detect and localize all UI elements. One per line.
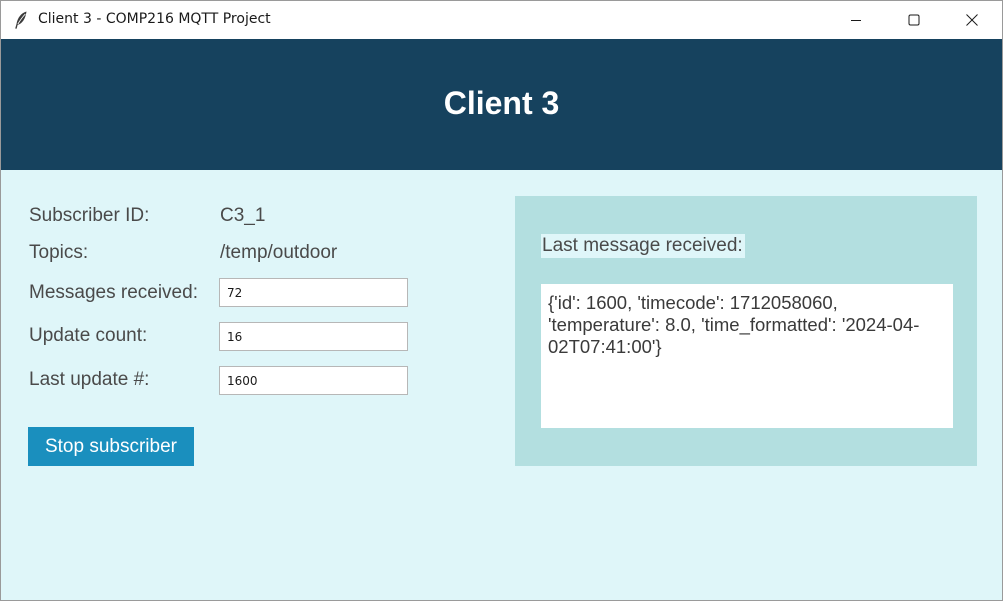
header-banner: Client 3 xyxy=(1,39,1002,170)
last-message-text[interactable]: {'id': 1600, 'timecode': 1712058060, 'te… xyxy=(541,284,953,428)
maximize-button[interactable] xyxy=(885,1,943,39)
subscriber-id-value: C3_1 xyxy=(220,205,266,226)
last-message-panel: Last message received: {'id': 1600, 'tim… xyxy=(515,196,977,466)
app-window: Client 3 - COMP216 MQTT Project Client 3… xyxy=(0,0,1003,601)
update-count-label: Update count: xyxy=(29,325,148,346)
messages-received-label: Messages received: xyxy=(29,282,198,303)
maximize-icon xyxy=(908,11,920,30)
minimize-button[interactable] xyxy=(827,1,885,39)
stop-subscriber-button[interactable]: Stop subscriber xyxy=(28,427,194,466)
last-update-label: Last update #: xyxy=(29,369,150,390)
close-button[interactable] xyxy=(943,1,1001,39)
close-icon xyxy=(966,11,978,30)
messages-received-field[interactable] xyxy=(219,278,408,307)
page-title: Client 3 xyxy=(443,85,560,121)
feather-icon xyxy=(12,10,30,30)
last-update-field[interactable] xyxy=(219,366,408,395)
subscriber-id-label: Subscriber ID: xyxy=(29,205,150,226)
minimize-icon xyxy=(850,11,862,30)
window-title: Client 3 - COMP216 MQTT Project xyxy=(38,11,271,27)
title-bar[interactable]: Client 3 - COMP216 MQTT Project xyxy=(1,1,1002,39)
topics-value: /temp/outdoor xyxy=(220,242,338,263)
last-message-label: Last message received: xyxy=(541,234,745,258)
topics-label: Topics: xyxy=(29,242,89,263)
update-count-field[interactable] xyxy=(219,322,408,351)
